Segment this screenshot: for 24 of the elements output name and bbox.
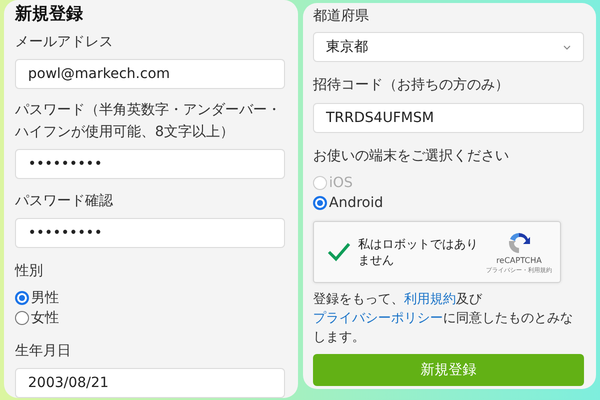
field-label: 生年月日 bbox=[15, 342, 72, 361]
field-label: 招待コード（お持ちの方のみ） bbox=[313, 76, 510, 95]
form-title: 新規登録 bbox=[15, 3, 84, 25]
field-label: パスワード（半角英数字・アンダーバー・ハイフンが使用可能、8文字以上） bbox=[15, 101, 282, 142]
radio-label: 男性 bbox=[31, 289, 59, 307]
text-field[interactable]: 2003/08/21 bbox=[15, 368, 285, 398]
link[interactable]: プライバシーポリシー bbox=[313, 311, 443, 326]
captcha-text: 私はロボットではありません bbox=[358, 236, 479, 268]
radio-label: 女性 bbox=[31, 309, 59, 327]
field-label: 性別 bbox=[15, 262, 44, 281]
text-field[interactable]: ••••••••• bbox=[15, 218, 285, 248]
captcha-brand: reCAPTCHA bbox=[496, 256, 542, 266]
radio-label: Android bbox=[329, 195, 384, 211]
field-label: メールアドレス bbox=[15, 33, 114, 52]
field-label: パスワード確認 bbox=[15, 192, 114, 211]
link[interactable]: 利用規約 bbox=[404, 292, 456, 307]
dropdown[interactable]: 東京都 bbox=[313, 32, 584, 62]
consent-text: 登録をもって、利用規約及び プライバシーポリシーに同意したものとみなします。 bbox=[313, 291, 574, 347]
text-field[interactable]: powl@markech.com bbox=[15, 59, 285, 89]
text-field[interactable]: ••••••••• bbox=[15, 149, 285, 179]
field-label: 都道府県 bbox=[313, 7, 370, 26]
radio-label: iOS bbox=[329, 175, 353, 191]
text-field[interactable]: TRRDS4UFMSM bbox=[313, 103, 584, 133]
field-label: お使いの端末をご選択ください bbox=[313, 147, 510, 166]
